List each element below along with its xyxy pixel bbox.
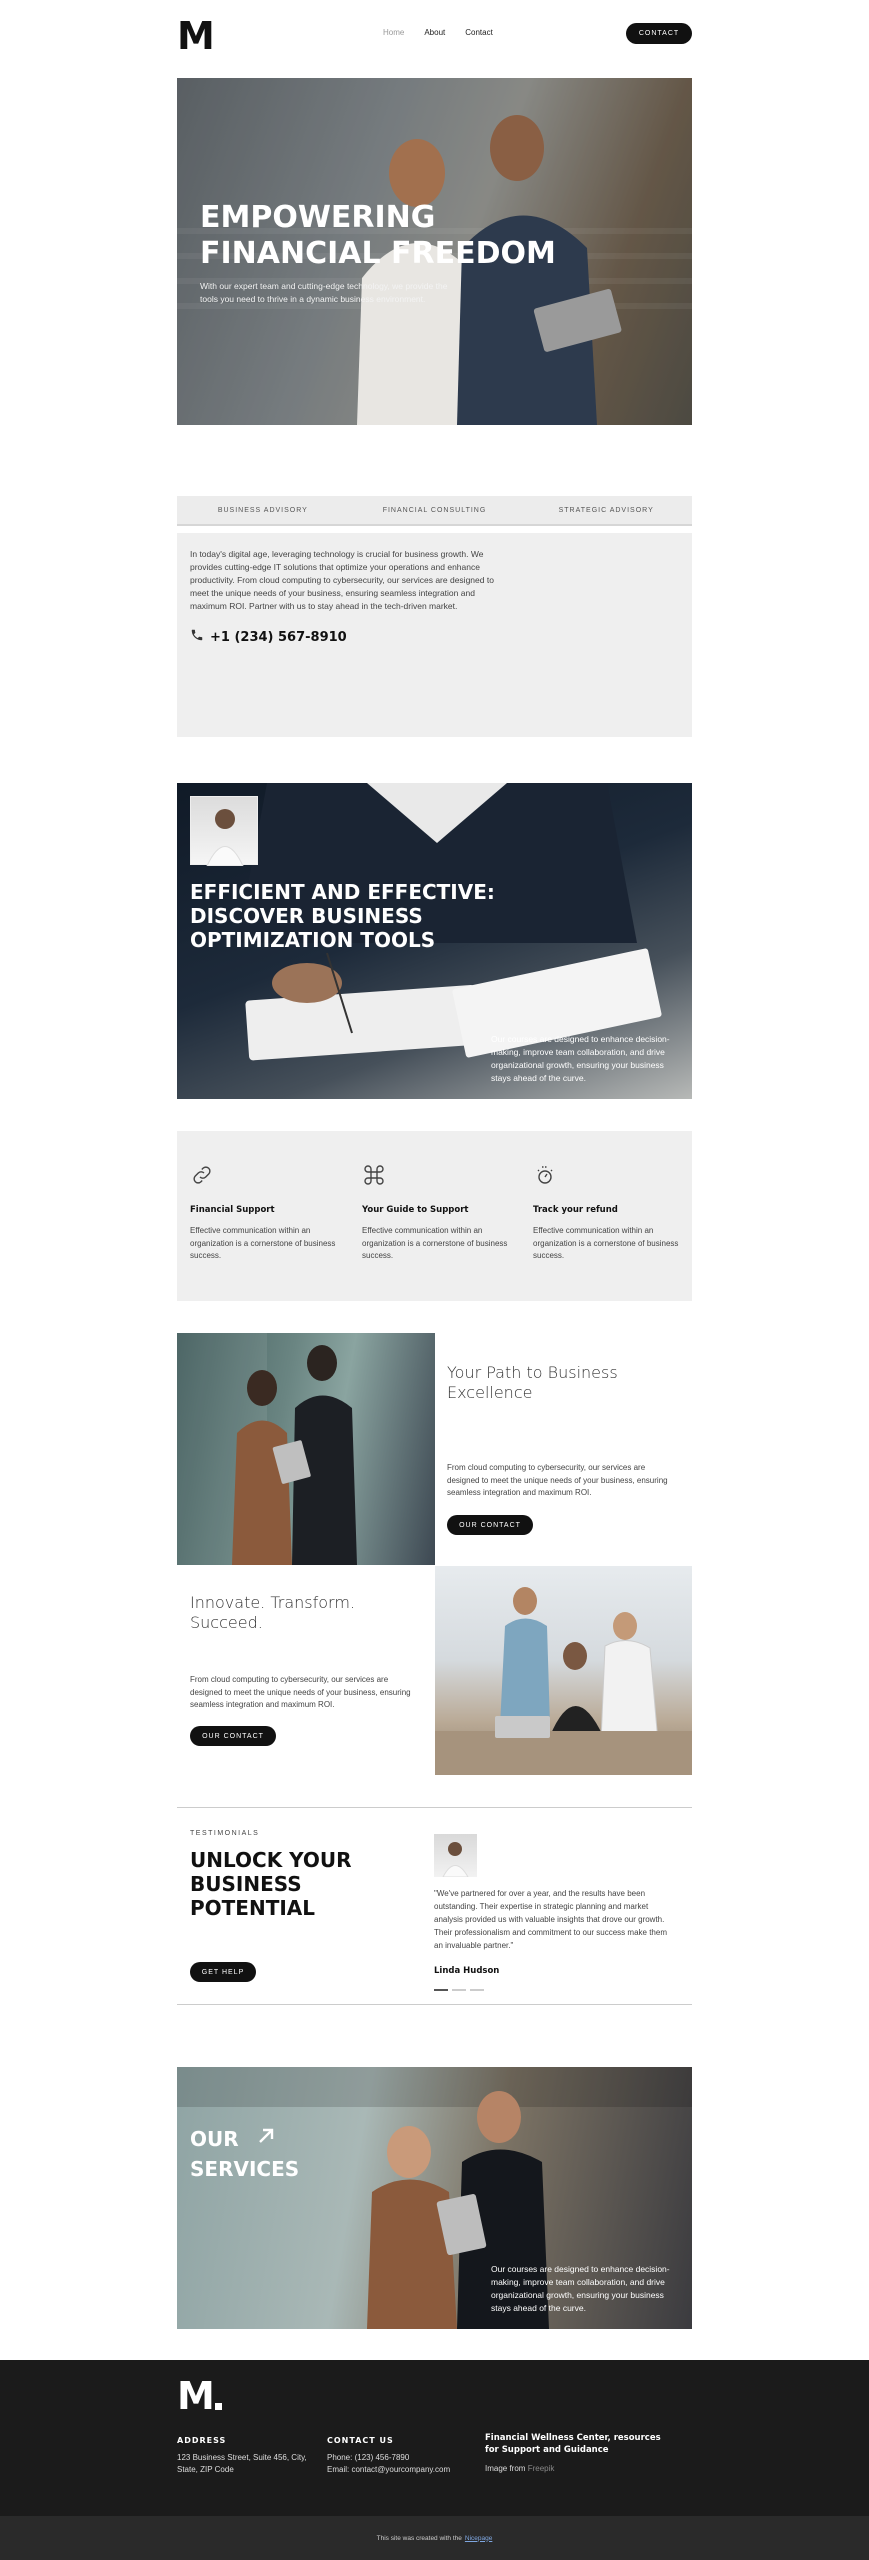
- footer-phone: Phone: (123) 456-7890: [327, 2453, 410, 2462]
- site-credit-bar: This site was created with the Nicepage: [0, 2516, 869, 2560]
- phone-number: +1 (234) 567-8910: [210, 629, 347, 645]
- get-help-button[interactable]: GET HELP: [190, 1962, 256, 1982]
- nav-about-link[interactable]: About: [424, 28, 445, 37]
- address-heading: ADDRESS: [177, 2436, 227, 2445]
- feature-text: Effective communication within an organi…: [190, 1226, 336, 1260]
- feature-text: Effective communication within an organi…: [362, 1226, 508, 1260]
- tab-business-advisory[interactable]: BUSINESS ADVISORY: [177, 496, 349, 524]
- testimonials-label: TESTIMONIALS: [190, 1830, 260, 1837]
- freepik-link[interactable]: Freepik: [528, 2464, 555, 2473]
- arrow-up-right-icon[interactable]: [256, 2126, 276, 2151]
- phone-icon: [190, 628, 204, 646]
- feature-title: Financial Support: [190, 1205, 275, 1215]
- carousel-dot[interactable]: [452, 1989, 466, 1991]
- feature-title: Your Guide to Support: [362, 1205, 469, 1215]
- our-contact-button[interactable]: OUR CONTACT: [190, 1726, 276, 1746]
- site-credit-text: This site was created with the: [376, 2534, 462, 2542]
- footer-about-heading: Financial Wellness Center, resources for…: [485, 2433, 661, 2455]
- feature-financial-support: Financial Support Effective communicatio…: [190, 1163, 340, 1263]
- contact-heading: CONTACT US: [327, 2436, 394, 2445]
- tab-panel-text: In today's digital age, leveraging techn…: [190, 549, 494, 611]
- optimization-banner-title: EFFICIENT AND EFFECTIVE: DISCOVER BUSINE…: [190, 880, 495, 952]
- footer-email[interactable]: Email: contact@yourcompany.com: [327, 2464, 450, 2476]
- nav-home-link[interactable]: Home: [383, 28, 404, 37]
- image-credit: Image from Freepik: [485, 2464, 555, 2473]
- section-divider: [177, 2004, 692, 2005]
- nav-contact-link[interactable]: Contact: [465, 28, 493, 37]
- carousel-dot[interactable]: [470, 1989, 484, 1991]
- feature-text: Effective communication within an organi…: [533, 1226, 679, 1260]
- author-thumbnail: [190, 796, 258, 867]
- hero-subtitle: With our expert team and cutting-edge te…: [200, 281, 448, 304]
- testimonial-author: Linda Hudson: [434, 1966, 500, 1976]
- testimonials-title: UNLOCK YOUR BUSINESS POTENTIAL: [190, 1848, 352, 1920]
- testimonial-quote: "We've partnered for over a year, and th…: [434, 1889, 667, 1950]
- footer-logo[interactable]: M: [177, 2377, 222, 2415]
- timer-icon: [533, 1163, 557, 1187]
- carousel-indicators: [434, 1989, 484, 1991]
- innovate-text: From cloud computing to cybersecurity, o…: [190, 1675, 411, 1709]
- carousel-dot[interactable]: [434, 1989, 448, 1991]
- feature-track-refund: Track your refund Effective communicatio…: [533, 1163, 683, 1263]
- nicepage-link[interactable]: Nicepage: [465, 2535, 492, 2542]
- path-image: [177, 1333, 435, 1565]
- phone-contact[interactable]: +1 (234) 567-8910: [190, 628, 347, 646]
- path-text: From cloud computing to cybersecurity, o…: [447, 1463, 668, 1497]
- tab-strategic-advisory[interactable]: STRATEGIC ADVISORY: [520, 496, 692, 524]
- footer: [0, 2360, 869, 2516]
- main-nav: Home About Contact: [383, 28, 493, 37]
- innovate-title: Innovate. Transform. Succeed.: [190, 1593, 356, 1632]
- team-image: [435, 1566, 692, 1775]
- our-contact-button[interactable]: OUR CONTACT: [447, 1515, 533, 1535]
- hero-title: EMPOWERING FINANCIAL FREEDOM: [200, 200, 556, 271]
- command-icon: [362, 1163, 386, 1187]
- address-text: 123 Business Street, Suite 456, City, St…: [177, 2453, 307, 2474]
- service-tabs: BUSINESS ADVISORY FINANCIAL CONSULTING S…: [177, 496, 692, 526]
- tab-financial-consulting[interactable]: FINANCIAL CONSULTING: [349, 496, 521, 524]
- section-divider: [177, 1807, 692, 1808]
- feature-guide-to-support: Your Guide to Support Effective communic…: [362, 1163, 512, 1263]
- services-text: Our courses are designed to enhance deci…: [491, 2264, 670, 2313]
- contact-button[interactable]: CONTACT: [626, 23, 692, 44]
- link-icon: [190, 1163, 214, 1187]
- optimization-banner-text: Our courses are designed to enhance deci…: [491, 1034, 670, 1083]
- path-title: Your Path to Business Excellence: [447, 1363, 618, 1402]
- feature-title: Track your refund: [533, 1205, 618, 1215]
- site-logo[interactable]: M: [177, 17, 215, 55]
- avatar: [434, 1834, 477, 1878]
